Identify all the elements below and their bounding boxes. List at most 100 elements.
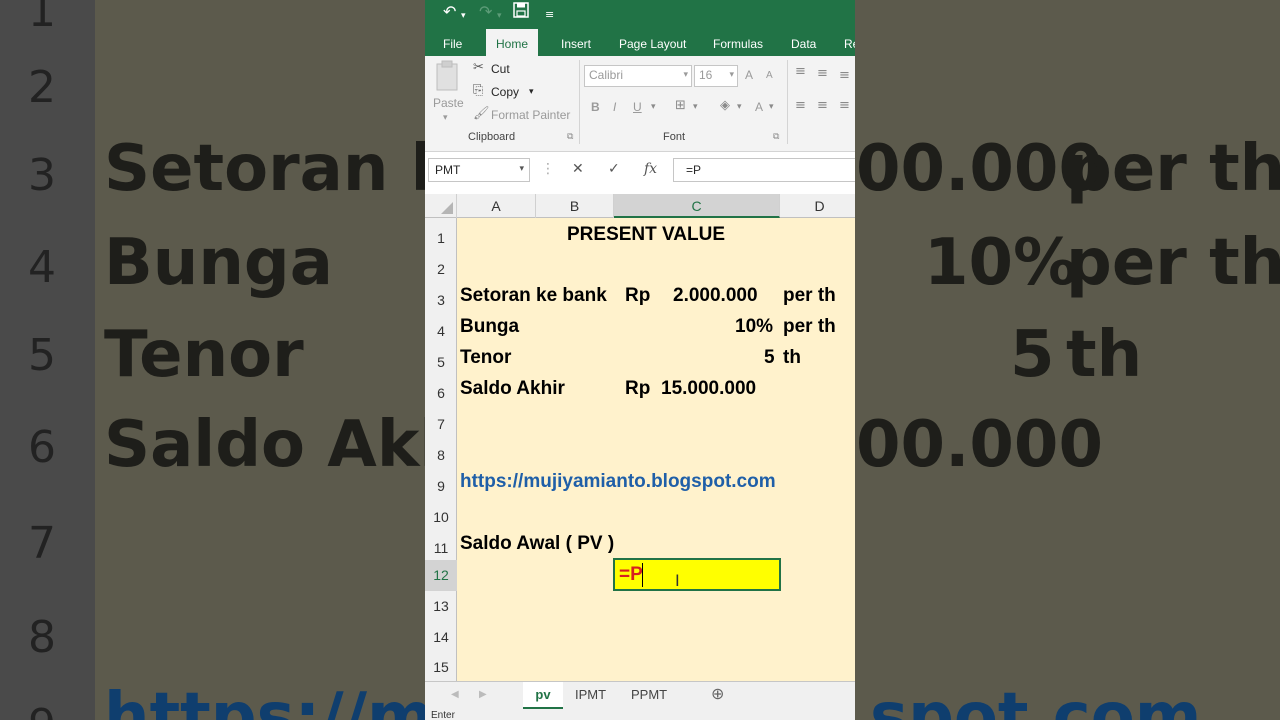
align-right-icon[interactable]: ≡ bbox=[839, 98, 850, 113]
cell-a3[interactable]: Setoran ke bank bbox=[460, 285, 607, 307]
borders-icon[interactable]: ⊞ bbox=[675, 98, 686, 113]
cell-c3[interactable]: 2.000.000 bbox=[673, 285, 758, 307]
name-box[interactable]: PMT ▾ bbox=[428, 158, 530, 182]
clipboard-launcher-icon[interactable]: ⧉ bbox=[567, 132, 573, 142]
scroll-tabs-left-icon[interactable]: ◀ bbox=[441, 682, 469, 709]
align-middle-icon[interactable]: ≡ bbox=[817, 66, 828, 81]
cell-d5[interactable]: th bbox=[783, 347, 801, 369]
row-header[interactable]: 8 bbox=[425, 440, 457, 471]
bg-r4-unit: per th bbox=[1066, 226, 1280, 300]
blog-link[interactable]: https://mujiyamianto.blogspot.com bbox=[460, 471, 776, 493]
copy-icon[interactable]: ⎘ bbox=[473, 83, 483, 98]
sheet-tabs-bar: ◀ ▶ pv IPMT PPMT ⊕ bbox=[425, 681, 855, 709]
row-header[interactable]: 2 bbox=[425, 254, 457, 285]
fill-dropdown-icon[interactable]: ▾ bbox=[737, 102, 742, 112]
column-header-c[interactable]: C bbox=[614, 194, 780, 218]
worksheet-grid[interactable]: 1 2 3 4 5 6 7 8 9 10 11 12 13 14 15 PRES… bbox=[425, 218, 855, 681]
tab-insert[interactable]: Insert bbox=[561, 32, 591, 56]
scroll-tabs-right-icon[interactable]: ▶ bbox=[469, 682, 497, 709]
align-left-icon[interactable]: ≡ bbox=[795, 98, 806, 113]
column-header-d[interactable]: D bbox=[780, 194, 855, 218]
cell-c4[interactable]: 10% bbox=[735, 316, 773, 338]
tab-data[interactable]: Data bbox=[791, 32, 816, 56]
customize-qat-icon[interactable]: ≡ bbox=[545, 5, 554, 25]
font-size-select[interactable]: 16 ▾ bbox=[694, 65, 738, 87]
save-icon[interactable] bbox=[513, 2, 529, 24]
bg-row-number: 8 bbox=[28, 612, 56, 663]
undo-icon[interactable]: ↶ bbox=[443, 2, 456, 22]
insert-function-button[interactable]: fx bbox=[644, 161, 657, 177]
cancel-entry-button[interactable]: ✕ bbox=[572, 161, 584, 177]
tab-formulas[interactable]: Formulas bbox=[713, 32, 763, 56]
row-header[interactable]: 13 bbox=[425, 591, 457, 622]
cell-a6[interactable]: Saldo Akhir bbox=[460, 378, 565, 400]
row-header[interactable]: 7 bbox=[425, 409, 457, 440]
copy-dropdown-icon[interactable]: ▾ bbox=[529, 86, 534, 97]
row-header-selected[interactable]: 12 bbox=[425, 560, 457, 591]
tab-file[interactable]: File bbox=[443, 32, 462, 56]
row-header[interactable]: 10 bbox=[425, 502, 457, 533]
shrink-font-button[interactable]: A bbox=[766, 70, 773, 81]
enter-entry-button[interactable]: ✓ bbox=[608, 161, 620, 177]
cell-b6[interactable]: Rp bbox=[625, 378, 650, 400]
font-name-select[interactable]: Calibri ▾ bbox=[584, 65, 692, 87]
ribbon-tabs: File Home Insert Page Layout Formulas Da… bbox=[425, 26, 855, 56]
borders-dropdown-icon[interactable]: ▾ bbox=[693, 102, 698, 112]
tab-home[interactable]: Home bbox=[486, 29, 539, 56]
title-cell[interactable]: PRESENT VALUE bbox=[567, 224, 725, 246]
underline-dropdown-icon[interactable]: ▾ bbox=[651, 102, 656, 112]
paste-button[interactable]: Paste bbox=[433, 96, 464, 110]
row-header[interactable]: 5 bbox=[425, 347, 457, 378]
redo-icon[interactable]: ↷ bbox=[479, 2, 492, 22]
row-header[interactable]: 6 bbox=[425, 378, 457, 409]
copy-button[interactable]: Copy bbox=[491, 85, 519, 99]
cut-icon[interactable]: ✂ bbox=[473, 60, 484, 75]
select-all-button[interactable] bbox=[425, 194, 457, 218]
format-painter-button[interactable]: Format Painter bbox=[491, 108, 570, 122]
cell-d4[interactable]: per th bbox=[783, 316, 836, 338]
column-header-b[interactable]: B bbox=[536, 194, 614, 218]
cut-button[interactable]: Cut bbox=[491, 62, 510, 76]
underline-button[interactable]: U bbox=[633, 100, 642, 114]
redo-dropdown-icon[interactable]: ▾ bbox=[497, 6, 502, 26]
active-cell-c12[interactable]: =P bbox=[613, 558, 781, 591]
row-header[interactable]: 15 bbox=[425, 653, 457, 681]
column-header-a[interactable]: A bbox=[457, 194, 536, 218]
sheet-tab-ppmt[interactable]: PPMT bbox=[621, 682, 677, 709]
row-header[interactable]: 14 bbox=[425, 622, 457, 653]
cell-a4[interactable]: Bunga bbox=[460, 316, 519, 338]
font-color-dropdown-icon[interactable]: ▾ bbox=[769, 102, 774, 112]
paste-dropdown-icon[interactable]: ▾ bbox=[443, 112, 448, 123]
format-painter-icon[interactable]: 🖌 bbox=[473, 106, 490, 121]
cell-a11[interactable]: Saldo Awal ( PV ) bbox=[460, 533, 614, 555]
sheet-tab-ipmt[interactable]: IPMT bbox=[565, 682, 616, 709]
fill-color-icon[interactable]: ◈ bbox=[720, 98, 730, 113]
paste-icon[interactable] bbox=[435, 60, 459, 96]
align-center-icon[interactable]: ≡ bbox=[817, 98, 828, 113]
grow-font-button[interactable]: A bbox=[745, 68, 753, 82]
align-top-icon[interactable]: ≡ bbox=[795, 64, 806, 79]
text-caret bbox=[642, 563, 643, 587]
cell-c5[interactable]: 5 bbox=[764, 347, 775, 369]
new-sheet-icon[interactable]: ⊕ bbox=[701, 682, 734, 709]
row-header[interactable]: 1 bbox=[425, 223, 457, 254]
cell-d3[interactable]: per th bbox=[783, 285, 836, 307]
tab-review[interactable]: Re bbox=[844, 32, 855, 56]
font-launcher-icon[interactable]: ⧉ bbox=[773, 132, 779, 142]
formula-bar-grip-icon: ⋮ bbox=[541, 161, 555, 177]
cell-b3[interactable]: Rp bbox=[625, 285, 650, 307]
row-header[interactable]: 9 bbox=[425, 471, 457, 502]
bold-button[interactable]: B bbox=[591, 100, 600, 114]
undo-dropdown-icon[interactable]: ▾ bbox=[461, 6, 466, 26]
cell-a5[interactable]: Tenor bbox=[460, 347, 511, 369]
align-bottom-icon[interactable]: ≡ bbox=[839, 68, 850, 83]
font-group-label: Font bbox=[663, 131, 686, 143]
italic-button[interactable]: I bbox=[613, 100, 616, 114]
formula-input[interactable]: =P bbox=[673, 158, 855, 182]
tab-page-layout[interactable]: Page Layout bbox=[619, 32, 686, 56]
font-color-button[interactable]: A bbox=[755, 100, 763, 114]
row-header[interactable]: 3 bbox=[425, 285, 457, 316]
row-header[interactable]: 4 bbox=[425, 316, 457, 347]
sheet-tab-pv[interactable]: pv bbox=[523, 682, 563, 709]
cell-c6[interactable]: 15.000.000 bbox=[661, 378, 756, 400]
